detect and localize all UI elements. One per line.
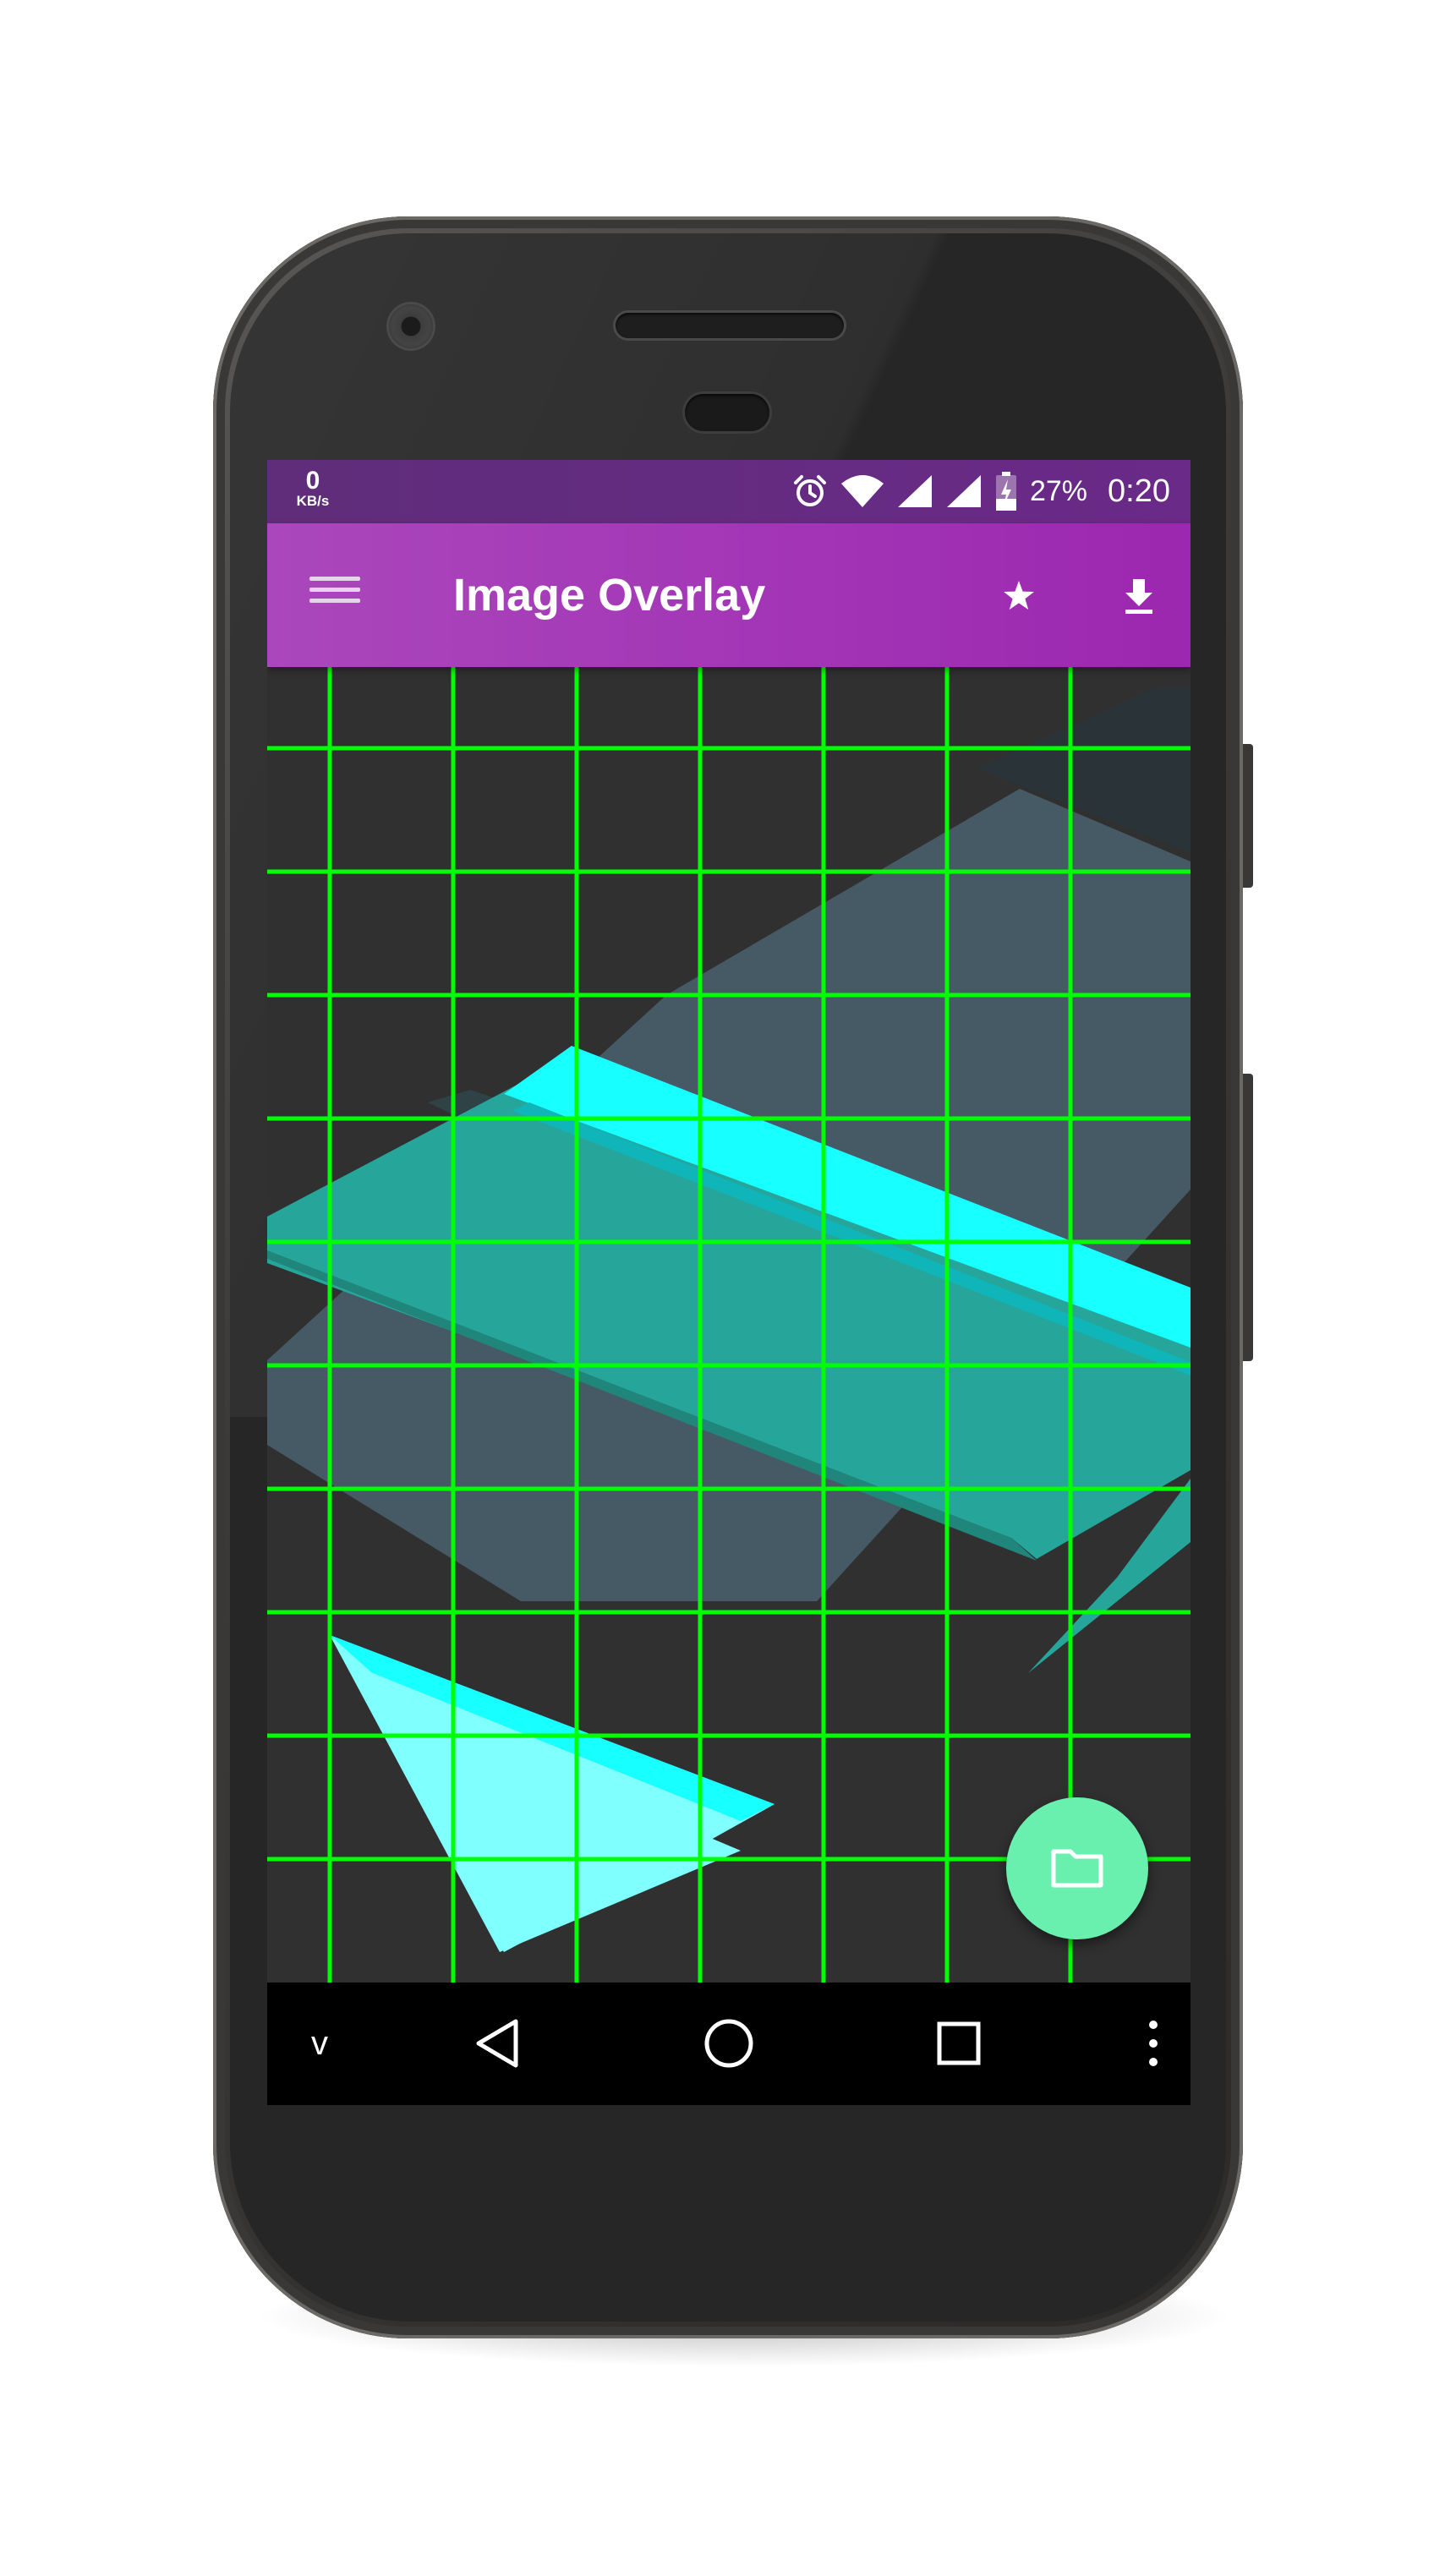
alarm-icon: [791, 473, 829, 510]
status-icons: 27% 0:20: [791, 470, 1170, 512]
signal-icon: [945, 473, 983, 509]
battery-percent: 27%: [1029, 474, 1088, 507]
folder-icon: [1050, 1845, 1104, 1893]
proximity-sensor: [685, 394, 769, 431]
clock: 0:20: [1108, 473, 1170, 509]
navigation-bar: v: [267, 1983, 1191, 2105]
star-icon[interactable]: [994, 571, 1043, 620]
status-bar: 0 KB/s 27% 0:20: [267, 460, 1191, 523]
home-icon[interactable]: [698, 2013, 759, 2074]
image-overlay-canvas[interactable]: [267, 667, 1191, 1983]
hamburger-menu-icon[interactable]: [309, 570, 360, 621]
network-speed-value: 0: [305, 467, 320, 495]
open-folder-fab[interactable]: [1006, 1797, 1148, 1939]
phone-screen: 0 KB/s 27% 0:20 Image Overlay v: [267, 460, 1191, 2105]
signal-icon: [896, 473, 933, 509]
network-speed-unit: KB/s: [296, 493, 330, 509]
earpiece-speaker: [616, 313, 844, 338]
network-speed: 0 KB/s: [287, 468, 338, 509]
download-icon[interactable]: [1114, 571, 1163, 620]
overflow-menu-icon[interactable]: [1123, 2013, 1184, 2074]
back-icon[interactable]: [467, 2013, 528, 2074]
overlay-image: [267, 667, 1191, 1983]
app-bar: Image Overlay: [267, 523, 1191, 667]
app-title: Image Overlay: [453, 570, 766, 621]
front-camera: [389, 304, 433, 348]
battery-charging-icon: [994, 472, 1018, 511]
wifi-icon: [840, 473, 884, 509]
recents-icon[interactable]: [928, 2013, 989, 2074]
nav-collapse-button[interactable]: v: [289, 2013, 350, 2074]
